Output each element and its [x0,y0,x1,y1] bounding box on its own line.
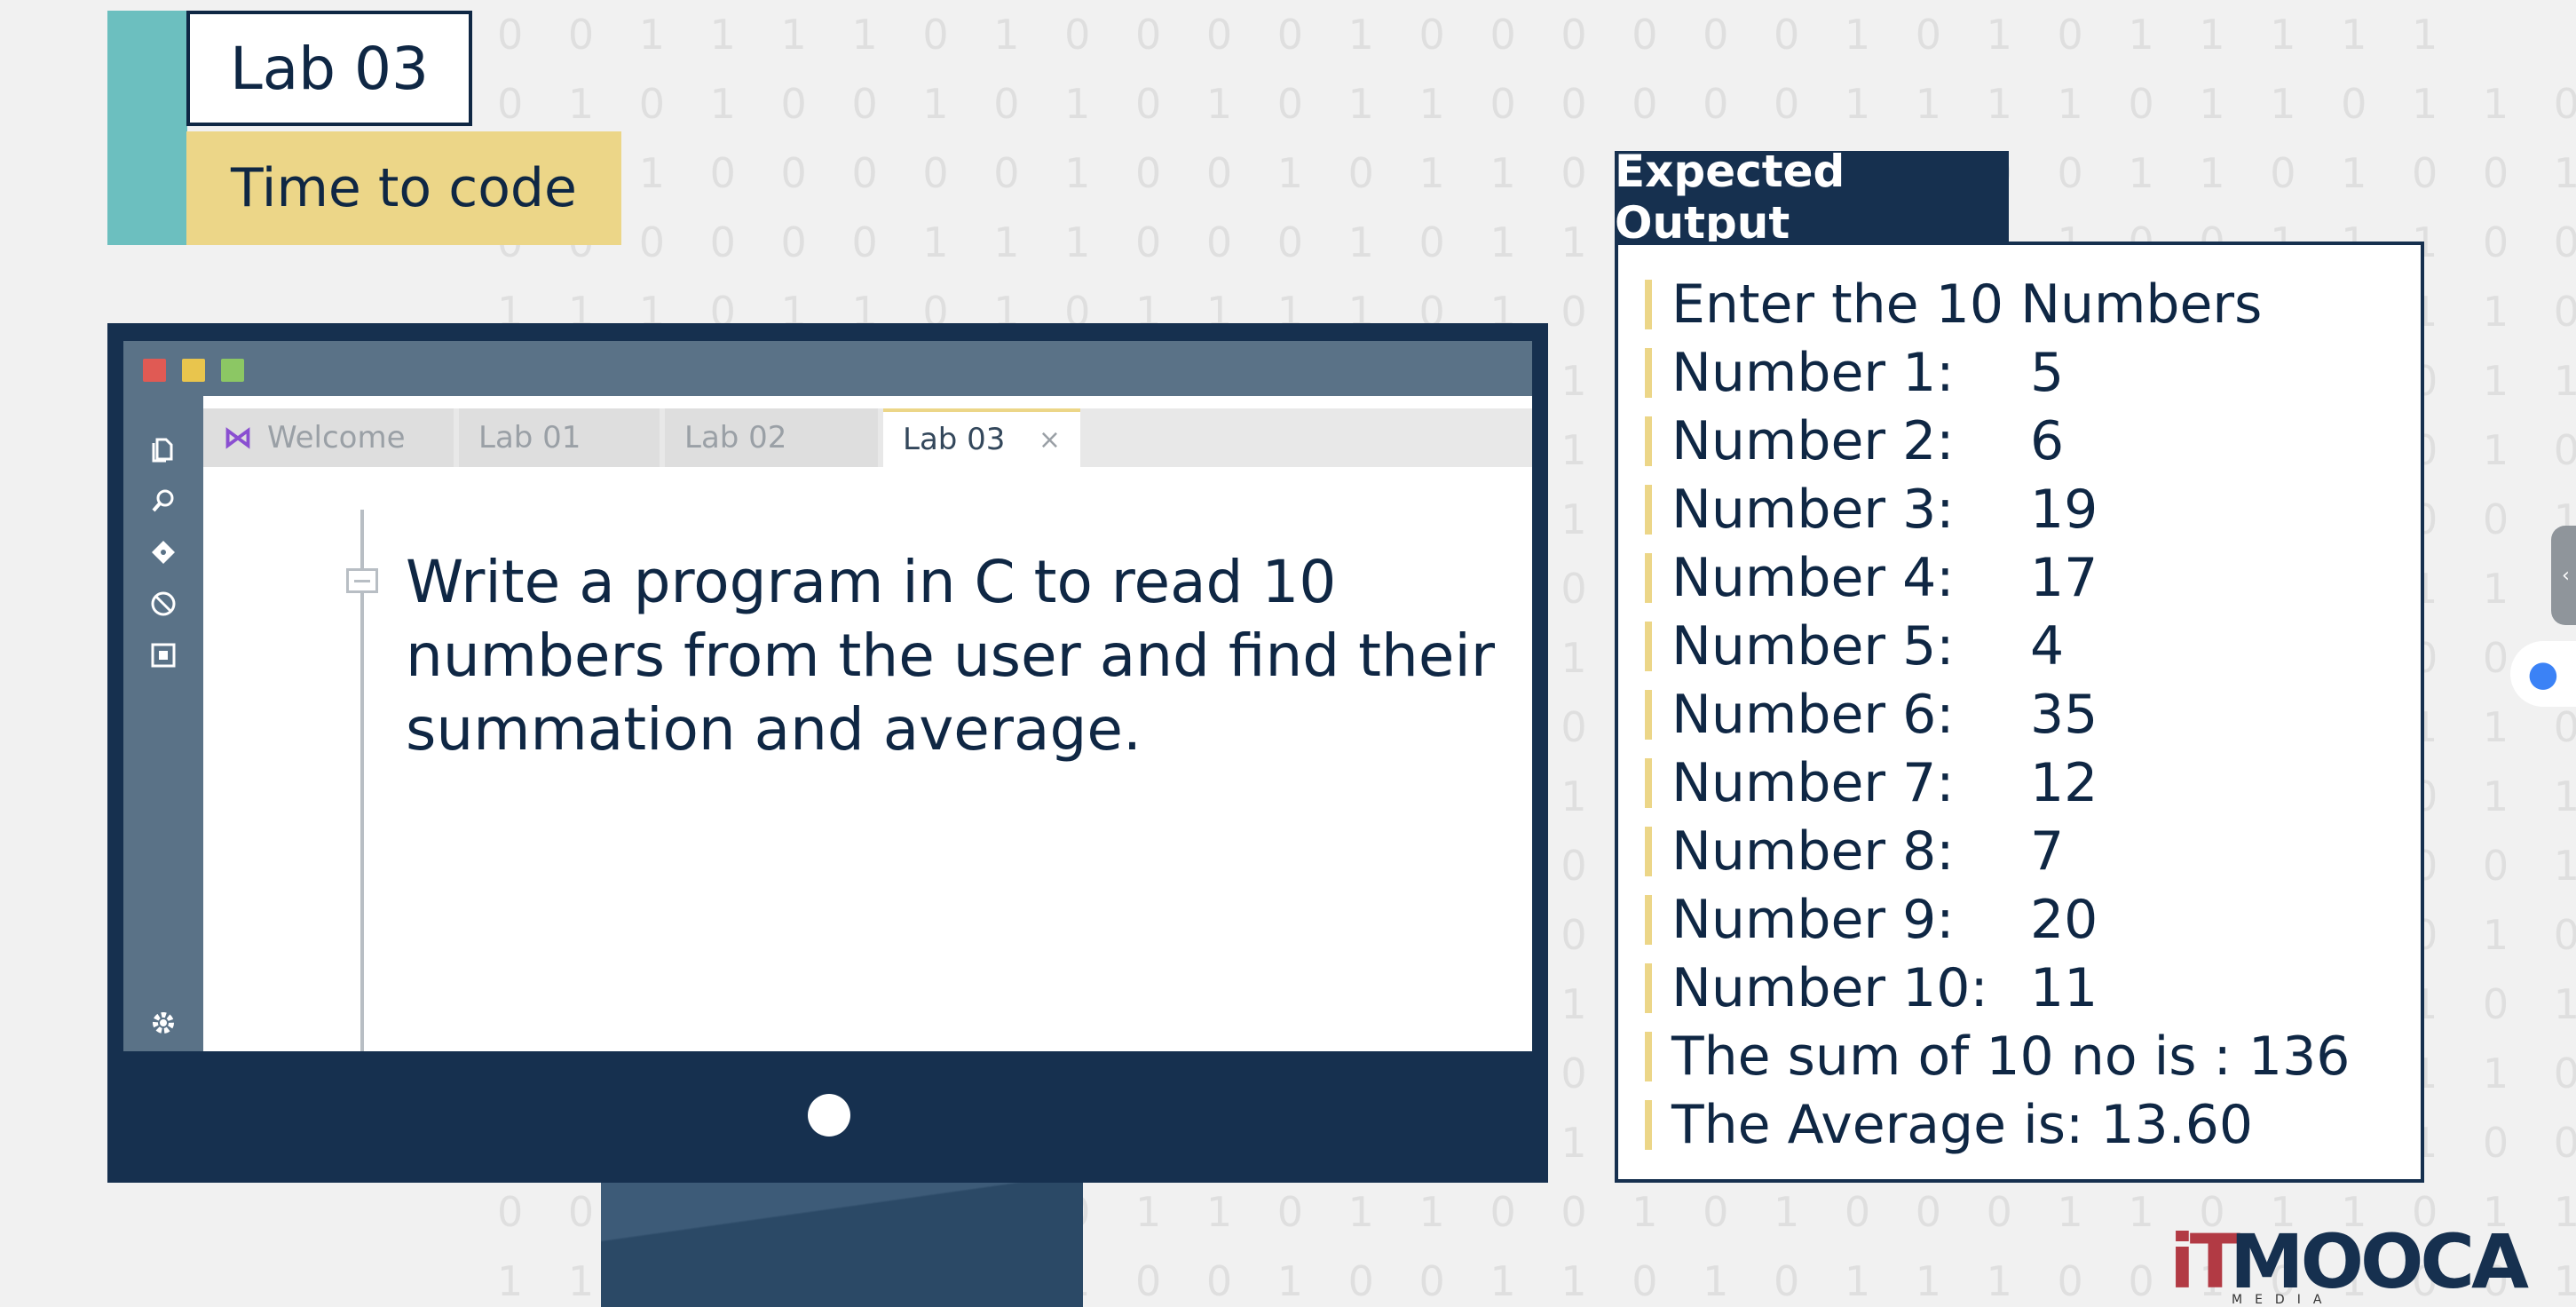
output-line: The sum of 10 no is : 136 [1645,1022,2408,1091]
output-line: Number 10: 11 [1645,954,2408,1023]
output-line: Number 4: 17 [1645,543,2408,613]
tab-lab-01[interactable]: Lab 01 [459,408,660,467]
close-window-button[interactable] [143,359,166,382]
debug-icon[interactable] [149,590,178,618]
chevron-left-icon: ‹ [2562,564,2570,587]
output-line: Number 5: 4 [1645,612,2408,681]
lab-subtitle: Time to code [186,131,621,245]
maximize-window-button[interactable] [221,359,244,382]
files-icon[interactable] [149,435,178,463]
lab-title: Lab 03 [186,11,472,126]
title-accent-bar [107,11,187,245]
mooca-logo: iT MOOCA MEDIA PRODUCTION [2169,1218,2529,1307]
droplet-icon: ● [2527,654,2559,694]
search-icon[interactable] [149,487,178,515]
output-line: Number 2: 6 [1645,407,2408,476]
expected-output-title: Expected Output [1615,146,2009,249]
monitor-stand [601,1183,1083,1307]
tab-lab-02[interactable]: Lab 02 [665,408,878,467]
fold-toggle[interactable] [346,568,378,593]
editor-tab-strip: ⋈ Welcome Lab 01 Lab 02 Lab 03 × [203,408,1532,467]
monitor: ⋈ Welcome Lab 01 Lab 02 Lab 03 × Write a… [107,323,1548,1183]
editor-window: ⋈ Welcome Lab 01 Lab 02 Lab 03 × Write a… [123,341,1532,1051]
side-panel-toggle[interactable]: ‹ [2551,526,2576,625]
tab-label: Lab 03 [903,422,1006,457]
expected-output-panel: Enter the 10 Numbers Number 1: 5 Number 2… [1615,242,2424,1183]
tab-label: Welcome [267,420,406,455]
activity-bar [123,396,203,1051]
drop-widget-button[interactable]: ● [2510,641,2576,707]
output-line: Number 1: 5 [1645,338,2408,408]
output-line: Number 9: 20 [1645,885,2408,955]
output-line: Number 8: 7 [1645,817,2408,886]
task-description: Write a program in C to read 10 numbers … [406,548,1495,764]
close-icon[interactable]: × [1039,424,1061,455]
window-titlebar [123,341,1532,396]
output-line: Number 3: 19 [1645,475,2408,544]
tab-lab-03[interactable]: Lab 03 × [883,408,1080,467]
tab-welcome[interactable]: ⋈ Welcome [203,408,454,467]
tab-label: Lab 01 [478,420,581,455]
gear-icon[interactable] [149,1009,178,1037]
tab-label: Lab 02 [684,420,787,455]
output-line: The Average is: 13.60 [1645,1090,2408,1160]
output-line: Number 6: 35 [1645,680,2408,749]
logo-mark-icon: iT [2169,1218,2240,1305]
git-icon[interactable] [149,538,178,566]
minimize-window-button[interactable] [182,359,205,382]
visual-studio-icon: ⋈ [223,420,253,455]
extensions-icon[interactable] [149,641,178,669]
output-line: Enter the 10 Numbers [1645,270,2408,339]
output-line: Number 7: 12 [1645,749,2408,818]
power-button [808,1094,850,1137]
